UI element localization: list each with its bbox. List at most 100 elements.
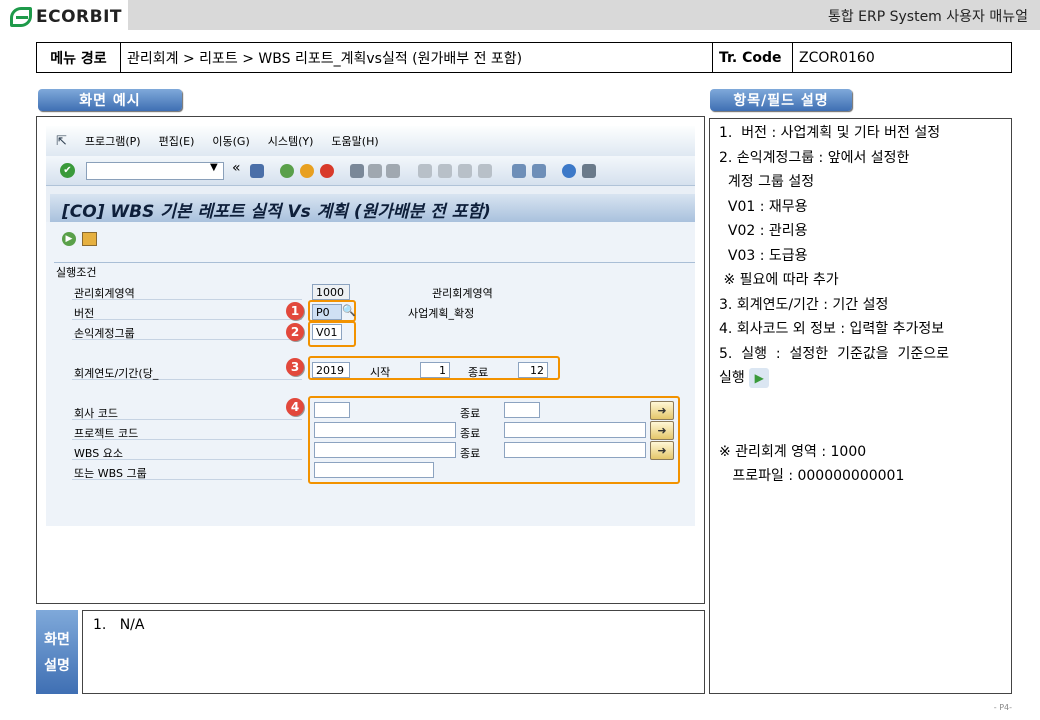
project-code-from[interactable]	[314, 422, 456, 438]
page-number: - P4-	[993, 703, 1012, 712]
company-code-label: 회사 코드	[74, 407, 118, 420]
project-code-to-label: 종료	[460, 427, 481, 440]
screen-description-tab-line-2: 설명	[44, 658, 70, 674]
next-page-icon[interactable]	[458, 164, 472, 178]
exit-nav-icon[interactable]	[300, 164, 314, 178]
company-code-multiple-button[interactable]: ➜	[650, 401, 674, 420]
help-icon[interactable]	[562, 164, 576, 178]
marker-2: 2	[286, 323, 304, 341]
menu-goto[interactable]: 이동(G)	[212, 133, 249, 149]
sap-menu-bar: ⇱ 프로그램(P) 편집(E) 이동(G) 시스템(Y) 도움말(H)	[46, 126, 695, 156]
back-icon[interactable]	[280, 164, 294, 178]
wbs-element-from[interactable]	[314, 442, 456, 458]
shortcut-icon[interactable]	[532, 164, 546, 178]
desc-line-9: 4. 회사코드 외 정보 : 입력할 추가정보	[719, 321, 945, 337]
desc-line-5: V02 : 관리용	[719, 223, 808, 239]
version-search-icon[interactable]: 🔍	[342, 304, 356, 317]
screen-description-tab: 화면 설명	[36, 610, 78, 694]
marker-1: 1	[286, 302, 304, 320]
wbs-element-multiple-button[interactable]: ➜	[650, 441, 674, 460]
document-title: 통합 ERP System 사용자 매뉴얼	[827, 9, 1028, 25]
tcode-value: ZCOR0160	[799, 49, 875, 66]
menu-path-row: 메뉴 경로 관리회계 > 리포트 > WBS 리포트_계획vs실적 (원가배부 …	[36, 42, 1012, 73]
wbs-element-to-label: 종료	[460, 447, 481, 460]
desc-line-6: V03 : 도급용	[719, 247, 808, 264]
project-code-multiple-button[interactable]: ➜	[650, 421, 674, 440]
screen-description-text: 1. N/A	[93, 617, 145, 633]
project-code-to[interactable]	[504, 422, 646, 438]
wbs-group-label: 또는 WBS 그룹	[74, 467, 147, 480]
collapse-icon[interactable]: «	[232, 160, 241, 176]
desc-line-2: 2. 손익계정그룹 : 앞에서 설정한	[719, 149, 910, 166]
execution-conditions-label: 실행조건	[56, 266, 97, 279]
enter-check-icon[interactable]: ✔	[60, 163, 75, 178]
version-desc: 사업계획_확정	[408, 307, 475, 320]
sap-screen: ⇱ 프로그램(P) 편집(E) 이동(G) 시스템(Y) 도움말(H) ✔ ▼ …	[46, 126, 695, 526]
desc-line-1: 1. 버전 : 사업계획 및 기타 버전 설정	[719, 125, 941, 141]
first-page-icon[interactable]	[418, 164, 432, 178]
screen-description-tab-line-1: 화면	[44, 632, 70, 648]
desc-line-4: V01 : 재무용	[719, 198, 808, 215]
variant-icon[interactable]	[82, 232, 97, 246]
screen-example-tab: 화면 예시	[38, 89, 182, 111]
desc-note-controlling-area: ※ 관리회계 영역 : 1000	[719, 443, 867, 460]
menu-program[interactable]: 프로그램(P)	[85, 133, 141, 149]
command-field[interactable]	[86, 162, 224, 180]
tcode-label: Tr. Code	[713, 43, 793, 72]
logo: ECORBIT	[10, 6, 122, 28]
desc-line-11: 실행 ▶	[719, 366, 1002, 391]
marker-3: 3	[286, 358, 304, 376]
version-field[interactable]: P0	[312, 304, 342, 320]
version-label: 버전	[74, 307, 95, 320]
sap-title: [CO] WBS 기본 레포트 실적 Vs 계획 (원가배분 전 포함)	[50, 194, 695, 222]
menu-help[interactable]: 도움말(H)	[331, 133, 378, 149]
menu-path-value: 관리회계 > 리포트 > WBS 리포트_계획vs실적 (원가배부 전 포함)	[121, 43, 713, 72]
menu-system[interactable]: 시스템(Y)	[268, 133, 314, 149]
project-code-label: 프로젝트 코드	[74, 427, 139, 440]
menu-path-label: 메뉴 경로	[37, 43, 121, 72]
field-description-tab: 항목/필드 설명	[710, 89, 852, 111]
sap-toolbar: ✔ ▼ «	[46, 156, 695, 186]
start-period-field[interactable]: 1	[420, 362, 450, 378]
pl-account-group-label: 손익계정그룹	[74, 327, 135, 340]
wbs-element-to[interactable]	[504, 442, 646, 458]
controlling-area-desc: 관리회계영역	[432, 287, 493, 300]
start-label: 시작	[370, 366, 391, 379]
wbs-element-label: WBS 요소	[74, 447, 123, 460]
previous-page-icon[interactable]	[438, 164, 452, 178]
save-icon[interactable]	[250, 164, 264, 178]
end-label: 종료	[468, 366, 489, 379]
pl-account-group-field[interactable]: V01	[312, 324, 342, 340]
execute-icon: ▶	[749, 368, 770, 388]
desc-line-7: ※ 필요에 따라 추가	[719, 272, 839, 288]
print-icon[interactable]	[350, 164, 364, 178]
command-dropdown-icon[interactable]: ▼	[210, 162, 218, 173]
controlling-area-label: 관리회계영역	[74, 287, 135, 300]
desc-line-10: 5. 실행 : 설정한 기준값을 기준으로	[719, 345, 950, 362]
field-description-box: 1. 버전 : 사업계획 및 기타 버전 설정 2. 손익계정그룹 : 앞에서 …	[709, 118, 1012, 694]
fiscal-period-label: 회계연도/기간(당_	[74, 367, 159, 380]
exit-icon[interactable]: ⇱	[56, 134, 67, 149]
company-code-from[interactable]	[314, 402, 350, 418]
find-next-icon[interactable]	[386, 164, 400, 178]
last-page-icon[interactable]	[478, 164, 492, 178]
desc-line-3: 계정 그룹 설정	[719, 174, 815, 190]
wbs-group-field[interactable]	[314, 462, 434, 478]
desc-line-11-text: 실행	[719, 370, 745, 386]
find-icon[interactable]	[368, 164, 382, 178]
desc-note-profile: 프로파일 : 000000000001	[719, 468, 905, 484]
screen-description-box: 1. N/A	[82, 610, 705, 694]
controlling-area-field: 1000	[312, 284, 350, 300]
logo-text: ECORBIT	[36, 7, 123, 27]
new-session-icon[interactable]	[512, 164, 526, 178]
desc-line-8: 3. 회계연도/기간 : 기간 설정	[719, 296, 889, 313]
company-code-to-label: 종료	[460, 407, 481, 420]
execute-icon[interactable]: ▶	[62, 232, 76, 246]
end-period-field[interactable]: 12	[518, 362, 548, 378]
menu-edit[interactable]: 편집(E)	[159, 133, 195, 149]
ecorbit-logo-icon	[10, 7, 32, 27]
customize-layout-icon[interactable]	[582, 164, 596, 178]
company-code-to[interactable]	[504, 402, 540, 418]
fiscal-year-field[interactable]: 2019	[312, 362, 350, 378]
cancel-icon[interactable]	[320, 164, 334, 178]
